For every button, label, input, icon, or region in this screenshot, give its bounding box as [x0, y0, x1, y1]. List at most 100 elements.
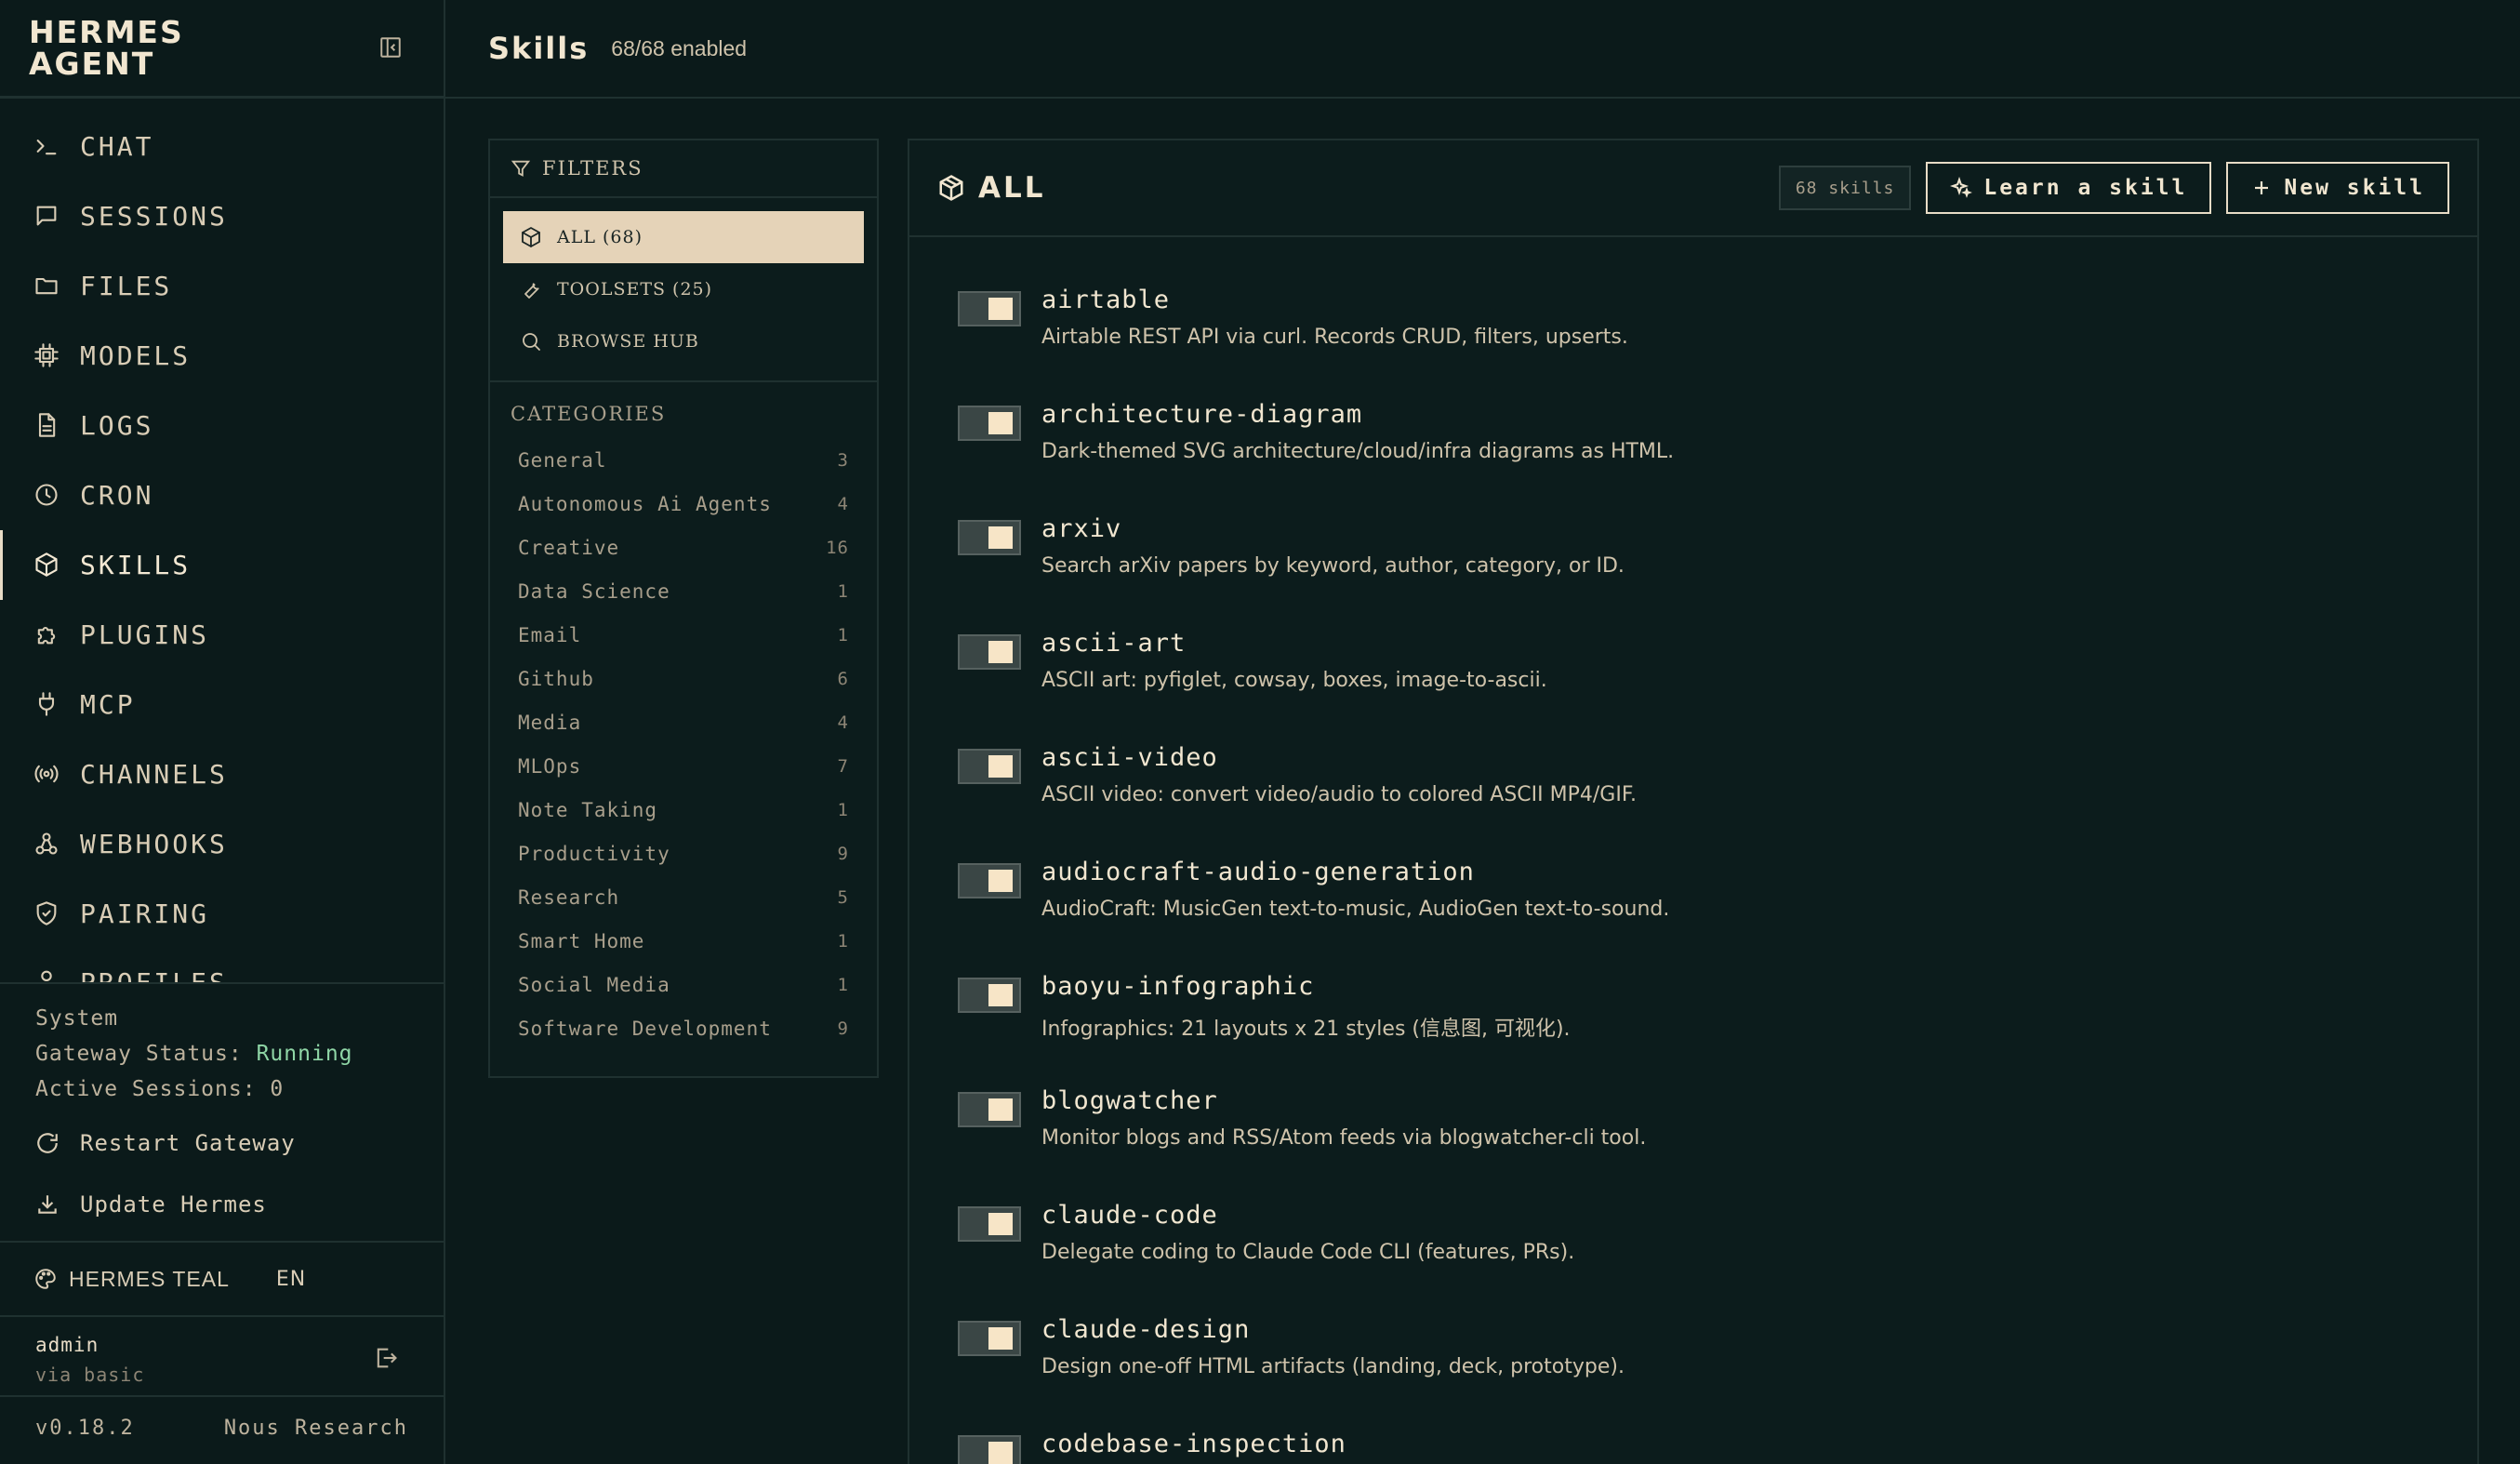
logout-icon[interactable] [373, 1345, 399, 1371]
skill-enabled-toggle[interactable] [958, 1321, 1021, 1356]
category-count: 5 [837, 886, 849, 908]
skill-description: ASCII video: convert video/audio to colo… [1041, 783, 1637, 806]
active-sessions-value: 0 [270, 1077, 285, 1101]
category-item[interactable]: Email 1 [490, 613, 877, 657]
category-item[interactable]: MLOps 7 [490, 744, 877, 788]
skill-row: claude-design Design one-off HTML artifac… [909, 1272, 2477, 1387]
nav-item-pairing[interactable]: PAIRING [0, 879, 444, 949]
skill-enabled-toggle[interactable] [958, 1435, 1021, 1464]
skill-name[interactable]: baoyu-infographic [1041, 972, 2477, 1001]
category-item[interactable]: Autonomous Ai Agents 4 [490, 482, 877, 526]
category-name: MLOps [518, 754, 582, 778]
nav-item-profiles[interactable]: PROFILES [0, 949, 444, 982]
skill-enabled-toggle[interactable] [958, 520, 1021, 555]
toggle-knob [988, 1442, 1013, 1464]
category-name: Social Media [518, 973, 670, 996]
category-count: 3 [837, 449, 849, 471]
skill-enabled-toggle[interactable] [958, 634, 1021, 670]
skill-enabled-toggle[interactable] [958, 978, 1021, 1013]
package-icon [33, 552, 61, 579]
nav-item-cron[interactable]: CRON [0, 460, 444, 530]
toggle-knob [988, 412, 1013, 434]
app-logo-text: HERMES AGENT [29, 13, 184, 82]
nav-item-files[interactable]: FILES [0, 251, 444, 321]
category-item[interactable]: Social Media 1 [490, 963, 877, 1006]
nav-item-label: PROFILES [80, 967, 228, 982]
category-count: 4 [837, 493, 849, 514]
language-selector[interactable]: EN [276, 1268, 306, 1291]
user-panel: admin via basic [0, 1315, 444, 1395]
skill-name[interactable]: claude-code [1041, 1201, 2477, 1230]
category-item[interactable]: General 3 [490, 438, 877, 482]
nav-item-channels[interactable]: CHANNELS [0, 739, 444, 809]
nav-item-sessions[interactable]: SESSIONS [0, 181, 444, 251]
restart-gateway-button[interactable]: Restart Gateway [35, 1112, 444, 1174]
skill-name[interactable]: blogwatcher [1041, 1086, 2477, 1115]
skill-enabled-toggle[interactable] [958, 1092, 1021, 1127]
skills-count-badge: 68 skills [1778, 166, 1912, 210]
category-count: 1 [837, 580, 849, 602]
skill-enabled-toggle[interactable] [958, 863, 1021, 898]
nav-item-label: CRON [80, 480, 154, 511]
nav-item-webhooks[interactable]: WEBHOOKS [0, 809, 444, 879]
filter-option[interactable]: BROWSE HUB [503, 315, 864, 367]
skills-panel: ALL 68 skills Learn a skill New skill ai… [908, 139, 2479, 1464]
nav-item-models[interactable]: MODELS [0, 321, 444, 391]
skill-name[interactable]: audiocraft-audio-generation [1041, 858, 2477, 886]
toggle-knob [988, 641, 1013, 663]
enabled-count: 68/68 enabled [611, 35, 748, 60]
nav-item-skills[interactable]: SKILLS [0, 530, 444, 600]
learn-skill-label: Learn a skill [1983, 176, 2188, 200]
nav-item-logs[interactable]: LOGS [0, 391, 444, 460]
collapse-sidebar-icon[interactable] [378, 35, 403, 60]
category-count: 16 [826, 537, 849, 558]
nav-item-label: LOGS [80, 410, 154, 441]
new-skill-button[interactable]: New skill [2226, 162, 2449, 214]
skill-name[interactable]: ascii-video [1041, 743, 2477, 772]
filter-option-label: ALL (68) [557, 227, 643, 247]
skill-description: Delegate coding to Claude Code CLI (feat… [1041, 1241, 1575, 1264]
learn-skill-button[interactable]: Learn a skill [1926, 162, 2212, 214]
category-item[interactable]: Software Development 9 [490, 1006, 877, 1050]
update-hermes-button[interactable]: Update Hermes [35, 1174, 444, 1235]
toggle-knob [988, 298, 1013, 320]
skills-panel-header: ALL 68 skills Learn a skill New skill [909, 140, 2477, 237]
theme-switcher[interactable]: HERMES TEAL EN [0, 1241, 444, 1315]
skill-enabled-toggle[interactable] [958, 1206, 1021, 1242]
category-name: Github [518, 667, 594, 690]
nav-item-chat[interactable]: CHAT [0, 112, 444, 181]
cpu-icon [33, 342, 61, 370]
category-item[interactable]: Smart Home 1 [490, 919, 877, 963]
palette-icon [33, 1267, 58, 1291]
category-count: 7 [837, 755, 849, 777]
skill-name[interactable]: codebase-inspection [1041, 1430, 2477, 1458]
skill-enabled-toggle[interactable] [958, 291, 1021, 326]
category-item[interactable]: Media 4 [490, 700, 877, 744]
category-item[interactable]: Research 5 [490, 875, 877, 919]
download-icon [35, 1192, 60, 1217]
nav-item-plugins[interactable]: PLUGINS [0, 600, 444, 670]
category-item[interactable]: Productivity 9 [490, 832, 877, 875]
skill-name[interactable]: ascii-art [1041, 629, 2477, 658]
skill-name[interactable]: claude-design [1041, 1315, 2477, 1344]
category-item[interactable]: Creative 16 [490, 526, 877, 569]
org-label[interactable]: Nous Research [224, 1417, 408, 1440]
skill-row: audiocraft-audio-generation AudioCraft: M… [909, 815, 2477, 929]
category-item[interactable]: Github 6 [490, 657, 877, 700]
nav-item-label: CHAT [80, 131, 154, 162]
filter-option[interactable]: ALL (68) [503, 211, 864, 263]
nav-item-mcp[interactable]: MCP [0, 670, 444, 739]
category-item[interactable]: Data Science 1 [490, 569, 877, 613]
plus-icon [2250, 177, 2273, 199]
category-count: 1 [837, 974, 849, 995]
nav-item-label: MCP [80, 689, 136, 720]
skill-enabled-toggle[interactable] [958, 749, 1021, 784]
skill-name[interactable]: architecture-diagram [1041, 400, 2477, 429]
filter-option[interactable]: TOOLSETS (25) [503, 263, 864, 315]
skill-name[interactable]: airtable [1041, 286, 2477, 314]
category-item[interactable]: Note Taking 1 [490, 788, 877, 832]
category-name: Research [518, 885, 620, 909]
skill-enabled-toggle[interactable] [958, 406, 1021, 441]
category-count: 9 [837, 1018, 849, 1039]
skill-name[interactable]: arxiv [1041, 514, 2477, 543]
